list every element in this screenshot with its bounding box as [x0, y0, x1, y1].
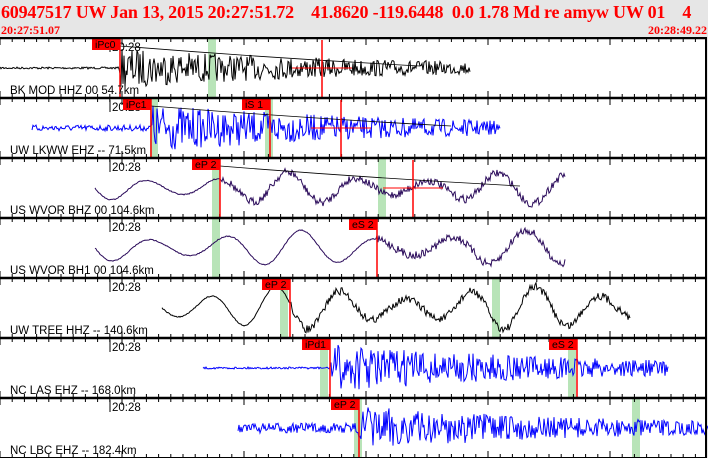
phase-pick-label: eP 2 [265, 279, 287, 291]
channel-label: US WVOR BH1 00 104.6km [10, 265, 154, 277]
phase-pick-label: iPc1 [126, 99, 147, 111]
channel-label: NC LBC EHZ -- 182.4km [10, 445, 137, 457]
time-mark-label: 20:28 [112, 222, 141, 234]
channel-label: NC LAS EHZ -- 168.0km [10, 385, 136, 397]
phase-pick-label: eP 2 [334, 399, 356, 411]
phase-pick-label: eP 2 [195, 159, 217, 171]
time-mark-label: 20:28 [112, 402, 141, 414]
phase-pick-label: eS 2 [352, 219, 374, 231]
phase-pick-label: eS 2 [552, 339, 574, 351]
channel-panel[interactable]: 20:28iPc1iS 1UW LKWW EHZ -- 71.5km [0, 96, 706, 158]
channel-panel[interactable]: 20:28 eP 2 UW TREE HHZ -- 140.6km [0, 276, 706, 338]
time-mark-label: 20:28 [112, 342, 141, 354]
event-title: 60947517 UW Jan 13, 2015 20:27:51.72 41.… [1, 2, 692, 22]
channel-label: US WVOR BHZ 00 104.6km [10, 205, 154, 217]
phase-pick-label: iS 1 [245, 99, 263, 111]
event-header: 60947517 UW Jan 13, 2015 20:27:51.72 41.… [0, 0, 708, 37]
channel-label: UW LKWW EHZ -- 71.5km [10, 145, 146, 157]
channel-label: UW TREE HHZ -- 140.6km [10, 325, 148, 337]
channel-panel[interactable]: 20:28 eP 2 NC LBC EHZ -- 182.4km [0, 396, 708, 458]
channel-panel[interactable]: 20:28 eS 2 US WVOR BH1 00 104.6km [0, 216, 706, 278]
phase-pick-label: iPd1 [305, 339, 326, 351]
channel-panel[interactable]: 20:28 iPd1 eS 2 NC LAS EHZ -- 168.0km [0, 336, 706, 398]
time-mark-label: 20:28 [112, 162, 141, 174]
phase-pick-label: iPc0 [95, 39, 116, 51]
channel-label: BK MOD HHZ 00 54.7km [10, 85, 139, 97]
channel-panel[interactable]: 20:28iPc0BK MOD HHZ 00 54.7km [0, 37, 706, 98]
seismogram-panels[interactable]: 20:28 iPc0 BK MOD HHZ 00 54.7km 20:28 iPc1 iS… [0, 37, 708, 458]
time-mark-label: 20:28 [112, 282, 141, 294]
window-end-time: 20:28:49.22 [648, 23, 707, 37]
channel-panel[interactable]: 20:28 eP 2 US WVOR BHZ 00 104.6km [0, 156, 706, 218]
window-start-time: 20:27:51.07 [1, 23, 60, 37]
pick-window [212, 218, 220, 278]
